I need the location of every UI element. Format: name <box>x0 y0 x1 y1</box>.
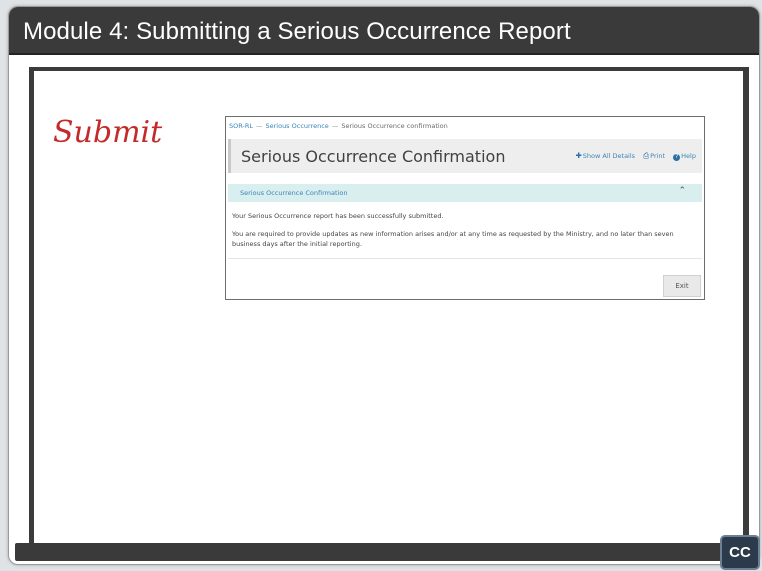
plus-icon: ✚ <box>575 151 582 160</box>
update-requirement-message: You are required to provide updates as n… <box>232 230 674 248</box>
print-label: Print <box>650 152 666 160</box>
breadcrumb-separator: — <box>255 122 263 130</box>
show-all-details-label: Show All Details <box>582 152 636 160</box>
breadcrumb-link-sor-rl[interactable]: SOR-RL <box>229 122 253 130</box>
panel-title: Serious Occurrence Confirmation <box>240 189 348 197</box>
exit-button[interactable]: Exit <box>663 275 701 297</box>
page-title: Serious Occurrence Confirmation <box>241 147 506 166</box>
help-label: Help <box>681 152 696 160</box>
submit-annotation: Submit <box>53 115 163 150</box>
whiteboard-tray <box>15 543 741 561</box>
breadcrumb-separator: — <box>331 122 339 130</box>
breadcrumb: SOR-RL — Serious Occurrence — Serious Occurr… <box>229 122 448 130</box>
printer-icon: ⎙ <box>643 151 650 160</box>
embedded-screenshot: SOR-RL — Serious Occurrence — Serious Occurr… <box>225 116 705 300</box>
chevron-up-icon[interactable]: ⌃ <box>678 186 686 196</box>
breadcrumb-current: Serious Occurrence confirmation <box>341 122 448 130</box>
page-header: Serious Occurrence Confirmation ✚Show Al… <box>228 139 702 173</box>
slide-frame: Module 4: Submitting a Serious Occurrenc… <box>8 6 760 565</box>
closed-captions-button[interactable]: CC <box>720 535 760 570</box>
confirmation-panel-header[interactable]: Serious Occurrence Confirmation ⌃ <box>228 184 702 202</box>
print-link[interactable]: ⎙Print <box>643 151 666 160</box>
divider <box>228 258 702 259</box>
help-icon: ? <box>673 154 681 161</box>
success-message: Your Serious Occurrence report has been … <box>232 212 444 220</box>
breadcrumb-link-serious-occurrence[interactable]: Serious Occurrence <box>265 122 328 130</box>
header-toolbar: ✚Show All Details ⎙Print ? Help <box>570 151 696 161</box>
module-title-bar: Module 4: Submitting a Serious Occurrenc… <box>9 7 759 55</box>
help-link[interactable]: ? Help <box>673 152 696 161</box>
module-title: Module 4: Submitting a Serious Occurrenc… <box>23 18 571 45</box>
show-all-details-link[interactable]: ✚Show All Details <box>575 151 636 160</box>
